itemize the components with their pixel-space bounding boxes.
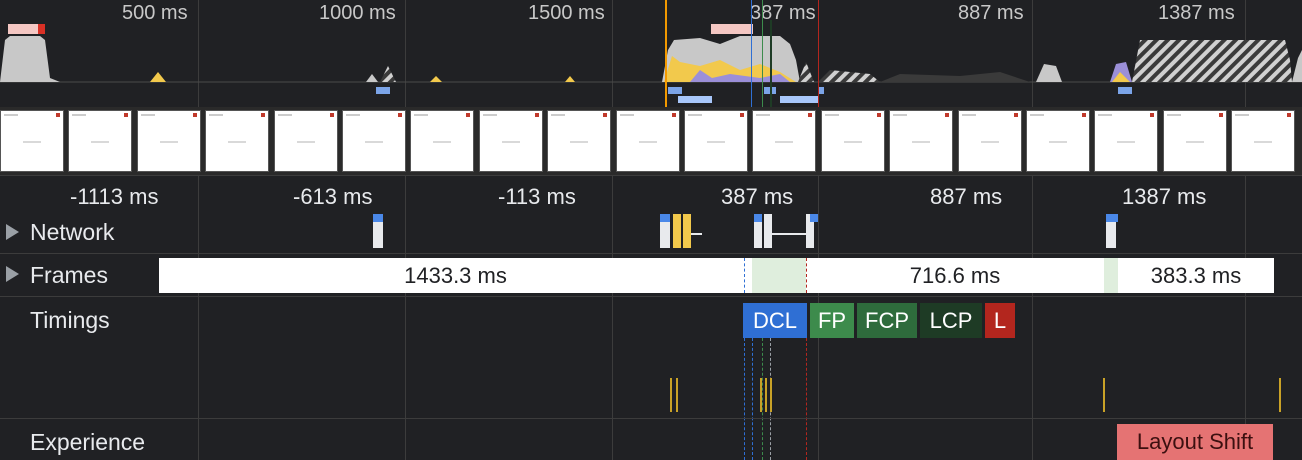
filmstrip-frame[interactable] (342, 110, 406, 172)
track-separator (0, 418, 1302, 419)
filmstrip-frame[interactable] (1162, 110, 1227, 172)
load-guide-line (806, 258, 807, 293)
frame-thumb-marker (534, 113, 539, 117)
frame-duration[interactable]: 1433.3 ms (159, 258, 752, 293)
dcl-marker[interactable]: DCL (743, 303, 807, 338)
frame-duration-short[interactable] (752, 258, 806, 293)
frame-thumb-marker (945, 113, 950, 117)
filmstrip-frame[interactable] (889, 110, 954, 172)
frame-thumb-marker (261, 113, 266, 117)
timeline-overview[interactable]: 500 ms 1000 ms 1500 ms 387 ms 887 ms 138… (0, 0, 1302, 175)
interaction-tick (770, 378, 772, 412)
filmstrip-frame[interactable] (478, 110, 543, 172)
ruler-tick: -1113 ms (70, 184, 159, 209)
frame-thumb-marker (398, 113, 402, 117)
filmstrip-frame[interactable] (0, 110, 64, 172)
dcl-guide-line (744, 258, 745, 293)
frame-thumb-marker (1013, 113, 1018, 117)
frame-thumb-marker (671, 113, 676, 117)
filmstrip-frame[interactable] (205, 110, 270, 172)
frame-thumb-marker (466, 113, 471, 117)
filmstrip-frame[interactable] (68, 110, 133, 172)
cpu-activity-chart (0, 24, 1302, 103)
frames-expand-icon[interactable] (6, 266, 19, 282)
filmstrip-frame[interactable] (820, 110, 885, 172)
filmstrip-frame[interactable] (752, 110, 817, 172)
screenshot-filmstrip[interactable] (0, 107, 1302, 175)
filmstrip-frame[interactable] (1231, 110, 1296, 172)
track-separator (0, 296, 1302, 297)
filmstrip-frame[interactable] (410, 110, 475, 172)
network-requests-late[interactable] (1100, 212, 1130, 252)
load-guide-line (806, 338, 807, 460)
frame-duration[interactable]: 716.6 ms (806, 258, 1104, 293)
lcp-marker[interactable]: LCP (920, 303, 982, 338)
ruler-tick: 387 ms (721, 184, 794, 209)
layout-shift-event[interactable]: Layout Shift (1117, 424, 1273, 460)
frame-thumb-marker (1218, 113, 1223, 117)
time-ruler: -1113 ms -613 ms -113 ms 387 ms 887 ms 1… (0, 175, 1302, 214)
frame-thumb-marker (329, 113, 334, 117)
frame-duration-short[interactable] (1104, 258, 1118, 293)
frame-thumb-marker (124, 113, 129, 117)
frame-thumb-marker (192, 113, 197, 117)
dcl-guide-line (744, 338, 745, 460)
dcl-guide-line (752, 338, 753, 460)
filmstrip-frame[interactable] (1026, 110, 1090, 172)
frame-thumb-marker (603, 113, 608, 117)
filmstrip-frame[interactable] (1094, 110, 1159, 172)
filmstrip-frame[interactable] (136, 110, 201, 172)
filmstrip-frame[interactable] (273, 110, 338, 172)
ruler-tick: 1387 ms (1122, 184, 1207, 209)
fp-guide-line (762, 338, 763, 460)
track-separator (0, 253, 1302, 254)
filmstrip-frame[interactable] (957, 110, 1022, 172)
network-track-label[interactable]: Network (30, 219, 114, 246)
frame-thumb-marker (1082, 113, 1086, 117)
interaction-tick (765, 378, 767, 412)
ruler-tick: -113 ms (498, 184, 576, 209)
frame-duration[interactable]: 383.3 ms (1118, 258, 1274, 293)
fp-marker[interactable]: FP (810, 303, 854, 338)
interaction-tick (676, 378, 678, 412)
network-expand-icon[interactable] (6, 224, 19, 240)
ruler-tick: 887 ms (930, 184, 1003, 209)
filmstrip-frame[interactable] (684, 110, 748, 172)
frame-thumb-marker (1287, 113, 1292, 117)
interaction-tick (1103, 378, 1105, 412)
fcp-marker[interactable]: FCP (857, 303, 917, 338)
frame-thumb-marker (56, 113, 60, 117)
filmstrip-frame[interactable] (615, 110, 680, 172)
frame-thumb-marker (740, 113, 744, 117)
timings-track-label: Timings (30, 307, 110, 333)
frame-thumb-marker (1150, 113, 1155, 117)
interaction-tick (760, 378, 762, 412)
network-requests[interactable] (360, 212, 840, 252)
ruler-tick: -613 ms (293, 184, 373, 209)
filmstrip-frame[interactable] (547, 110, 612, 172)
interaction-tick (1279, 378, 1281, 412)
experience-track-label: Experience (30, 429, 146, 455)
frames-track-label[interactable]: Frames (30, 262, 108, 289)
frame-thumb-marker (876, 113, 881, 117)
frame-thumb-marker (808, 113, 813, 117)
load-marker[interactable]: L (985, 303, 1015, 338)
interaction-tick (670, 378, 672, 412)
